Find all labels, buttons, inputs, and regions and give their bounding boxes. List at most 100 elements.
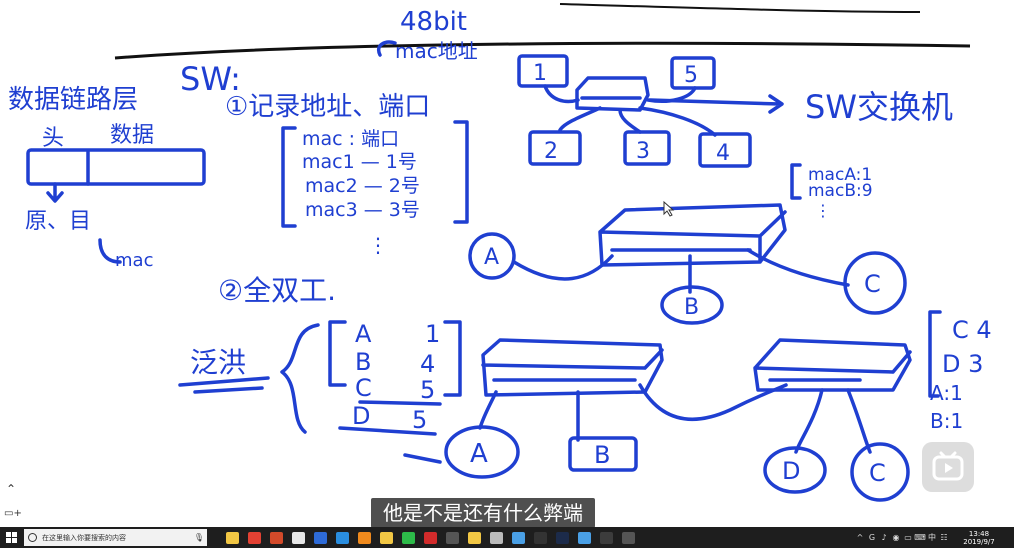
table-header: mac : 端口 (302, 128, 399, 150)
xampp-taskbar-button[interactable] (353, 527, 375, 548)
host-a-top-label: A (484, 245, 499, 270)
switch-bottom-left (481, 338, 664, 397)
microphone-icon[interactable]: 🎙 (194, 533, 204, 542)
port-box-1-label: 1 (533, 61, 547, 86)
item-full-duplex: ②全双工. (218, 274, 336, 307)
host-b-top-label: B (684, 295, 699, 320)
drawing: 48bit mac地址 SW: ①记录地址、端口 数据链路层 头 数据 原、目 … (8, 3, 992, 502)
photoshop-icon (555, 531, 569, 544)
wechat-icon (401, 531, 415, 544)
mouse-cursor-icon (663, 200, 675, 217)
terminal-taskbar-button[interactable] (529, 527, 551, 548)
calculator-taskbar-button[interactable] (265, 527, 287, 548)
wechat-taskbar-button[interactable] (397, 527, 419, 548)
flood-brace (280, 323, 320, 434)
cortana-icon (28, 533, 37, 542)
player-taskbar-button[interactable] (419, 527, 441, 548)
video-play-icon[interactable] (922, 442, 974, 492)
host-c-top-label: C (864, 270, 881, 298)
clock-time: 13:48 (968, 529, 990, 538)
image-icon (577, 531, 591, 544)
link-c (746, 248, 850, 287)
taskbar-search-input[interactable]: 在这里输入你要搜索的内容 🎙 (24, 529, 207, 546)
system-clock[interactable]: 13:48 2019/9/7 (954, 530, 1004, 546)
mac-address-label: mac地址 (395, 39, 478, 63)
tray-icon[interactable]: ◉ (890, 533, 902, 542)
explorer-icon (467, 531, 481, 544)
small-switch (575, 76, 650, 112)
port-box-2-label: 2 (544, 139, 558, 164)
pen-icon (445, 531, 459, 544)
camera-taskbar-button[interactable] (617, 527, 639, 548)
tray-icon[interactable]: ▭ (902, 533, 914, 542)
table-row-1: mac1 — 1号 (302, 151, 417, 173)
list-host-c: C (355, 374, 372, 402)
host-b-bottom-label: B (594, 441, 610, 469)
player-icon (423, 531, 437, 544)
link-bottom-a (478, 390, 498, 430)
link-bottom-c (846, 388, 872, 454)
right-list-bracket (790, 163, 802, 200)
monitor-taskbar-button[interactable] (507, 527, 529, 548)
bit-label: 48bit (400, 7, 467, 37)
taskbar: 在这里输入你要搜索的内容 🎙 ^ G ♪ ◉ ▭ ⌨ 中 ☷ 13:48 2019/9/7 (0, 527, 1014, 548)
clock-date: 2019/9/7 (963, 537, 995, 546)
tool-taskbar-button[interactable] (595, 527, 617, 548)
pen-taskbar-button[interactable] (441, 527, 463, 548)
tool-icon (599, 531, 613, 544)
list-port-d: 5 (412, 406, 427, 434)
table-row-3: mac3 — 3号 (305, 199, 420, 221)
flood-label: 泛洪 (190, 346, 246, 379)
file-explorer-taskbar-button[interactable] (221, 527, 243, 548)
list-bracket-right (443, 320, 462, 397)
browser-icon (291, 531, 305, 544)
tray-icon[interactable]: 中 (926, 532, 938, 543)
image-taskbar-button[interactable] (573, 527, 595, 548)
folder-taskbar-button[interactable] (375, 527, 397, 548)
wps-taskbar-button[interactable] (309, 527, 331, 548)
item-record: ①记录地址、端口 (225, 92, 430, 122)
right-list2-b: B:1 (930, 409, 963, 433)
arrow-to-sw (648, 94, 784, 114)
control-panel-icon[interactable]: ▭+ (4, 508, 22, 520)
tray-icon[interactable]: G (866, 533, 878, 542)
list-port-a: 1 (425, 320, 440, 348)
system-tray: ^ G ♪ ◉ ▭ ⌨ 中 ☷ (854, 532, 950, 543)
sw-switch-label: SW交换机 (805, 88, 953, 126)
port-box-4-label: 4 (716, 141, 730, 166)
tray-icon[interactable]: ♪ (878, 533, 890, 542)
table-bracket-left (281, 126, 297, 228)
file-explorer-icon (225, 531, 239, 544)
monitor-icon (511, 531, 525, 544)
data-link-label: 数据链路层 (8, 85, 138, 115)
list-host-b: B (355, 348, 371, 376)
photoshop-taskbar-button[interactable] (551, 527, 573, 548)
link-bottom-d (794, 388, 824, 454)
vscode-taskbar-button[interactable] (331, 527, 353, 548)
browser-taskbar-button[interactable] (287, 527, 309, 548)
chrome-taskbar-button[interactable] (243, 527, 265, 548)
divider-stroke-top (559, 3, 921, 13)
head-label: 头 (42, 126, 64, 151)
start-button[interactable] (0, 527, 22, 548)
chrome-icon (247, 531, 261, 544)
switch-bottom-right (753, 338, 912, 392)
video-subtitle: 他是不是还有什么弊端 (371, 498, 595, 528)
src-dst-label: 原、目 (25, 209, 91, 234)
vscode-icon (335, 531, 349, 544)
windows-icon (5, 532, 17, 543)
list-port-b: 4 (420, 350, 435, 378)
settings-taskbar-button[interactable] (485, 527, 507, 548)
link-a (512, 254, 614, 281)
explorer-taskbar-button[interactable] (463, 527, 485, 548)
table-row-2: mac2 — 2号 (305, 175, 420, 197)
tray-icon[interactable]: ⌨ (914, 533, 926, 542)
right-list-b: macB:9 (808, 181, 873, 201)
whiteboard-canvas: 48bit mac地址 SW: ①记录地址、端口 数据链路层 头 数据 原、目 … (0, 0, 1014, 527)
collapse-up-icon[interactable]: ⌃ (4, 482, 18, 496)
tray-icon[interactable]: ^ (854, 533, 866, 542)
right-list2-c: C 4 (952, 316, 992, 344)
tray-icon[interactable]: ☷ (938, 533, 950, 542)
list-host-d: D (352, 402, 370, 430)
xampp-icon (357, 531, 371, 544)
